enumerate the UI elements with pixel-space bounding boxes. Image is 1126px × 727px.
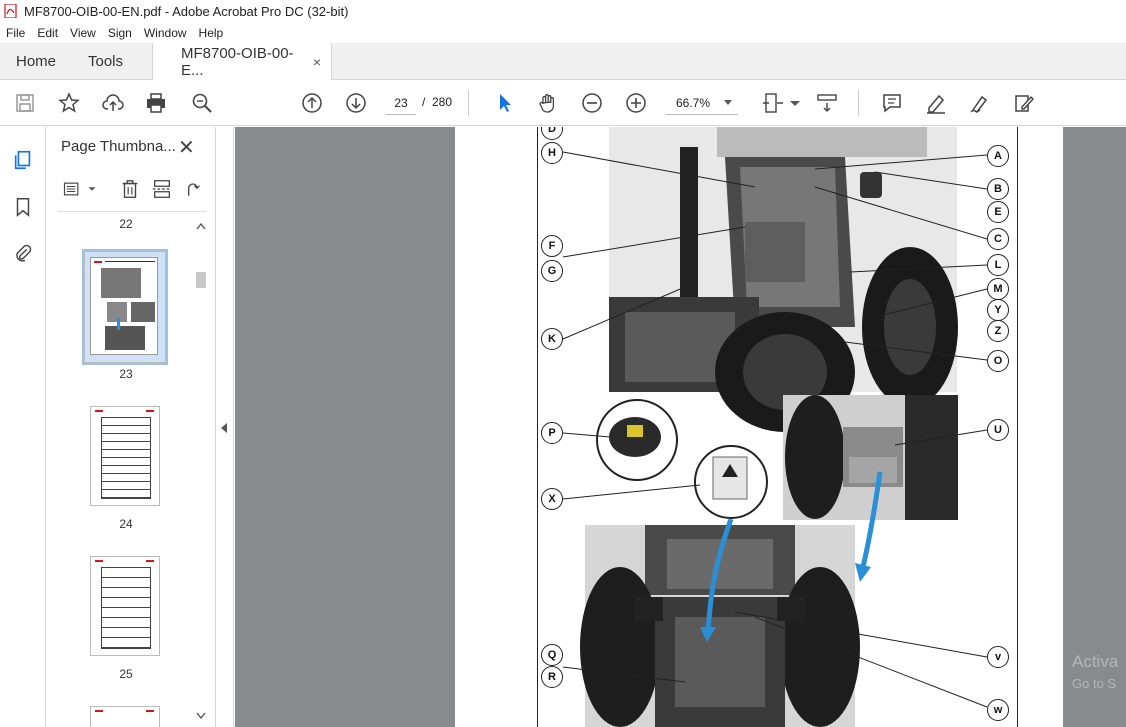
callout-u: U xyxy=(987,419,1009,441)
thumbnail-label: 25 xyxy=(119,667,133,681)
callout-x: X xyxy=(541,488,563,510)
chevron-down-icon[interactable] xyxy=(782,90,808,116)
thumbnail-label: 23 xyxy=(119,367,133,381)
callout-e: E xyxy=(987,201,1009,223)
print-icon[interactable] xyxy=(143,90,169,116)
callout-f: F xyxy=(541,235,563,257)
callout-r: R xyxy=(541,666,563,688)
callout-z: Z xyxy=(987,320,1009,342)
page-number-input[interactable]: 23 xyxy=(386,91,416,115)
toolbar-divider xyxy=(858,90,859,116)
menu-help[interactable]: Help xyxy=(199,26,224,40)
options-chevron-down-icon[interactable] xyxy=(80,177,104,201)
menu-bar: File Edit View Sign Window Help xyxy=(0,22,1126,43)
scroll-down-icon[interactable] xyxy=(196,712,206,720)
save-icon[interactable] xyxy=(12,90,38,116)
document-view[interactable]: D H A B E C F G L M Y Z K O P U X Q R v … xyxy=(235,127,1126,727)
panel-close-icon[interactable]: ✕ xyxy=(178,135,195,160)
extract-pages-icon[interactable] xyxy=(150,177,174,201)
rotate-page-icon[interactable] xyxy=(180,177,204,201)
callout-p: P xyxy=(541,422,563,444)
callout-m: M xyxy=(987,278,1009,300)
callout-b: B xyxy=(987,178,1009,200)
menu-view[interactable]: View xyxy=(70,26,96,40)
callout-v: v xyxy=(987,646,1009,668)
zoom-level-value: 66.7% xyxy=(676,95,711,110)
tab-close-icon[interactable]: × xyxy=(313,54,321,70)
hand-tool-icon[interactable] xyxy=(535,90,561,116)
page-thumbnails-icon[interactable] xyxy=(10,147,36,173)
select-cursor-icon[interactable] xyxy=(491,90,517,116)
title-bar: MF8700-OIB-00-EN.pdf - Adobe Acrobat Pro… xyxy=(0,0,1126,22)
total-pages: 280 xyxy=(432,95,453,109)
tab-home[interactable]: Home xyxy=(16,43,56,80)
tab-bar: Home Tools MF8700-OIB-00-E... × xyxy=(0,43,1126,81)
thumbnail-page-26[interactable] xyxy=(90,706,160,727)
edit-document-icon[interactable] xyxy=(1011,90,1037,116)
callout-c: C xyxy=(987,228,1009,250)
zoom-in-icon[interactable] xyxy=(623,90,649,116)
delete-trash-icon[interactable] xyxy=(118,177,142,201)
activation-watermark: Activa xyxy=(1072,652,1119,671)
page-down-icon[interactable] xyxy=(343,90,369,116)
attachment-paperclip-icon[interactable] xyxy=(10,240,36,266)
collapse-panel-arrow-icon[interactable] xyxy=(221,423,227,433)
scroll-mode-icon[interactable] xyxy=(814,90,840,116)
acrobat-pdf-icon xyxy=(4,4,17,18)
scrollbar-thumb[interactable] xyxy=(196,272,206,288)
callout-l: L xyxy=(987,254,1009,276)
panel-title: Page Thumbna... xyxy=(61,138,176,155)
zoom-level-select[interactable]: 66.7% xyxy=(666,91,738,115)
sign-icon[interactable] xyxy=(967,90,993,116)
tab-document[interactable]: MF8700-OIB-00-E... × xyxy=(152,43,332,81)
zoom-out-icon[interactable] xyxy=(579,90,605,116)
page-up-icon[interactable] xyxy=(299,90,325,116)
callout-k: K xyxy=(541,328,563,350)
highlight-pen-icon[interactable] xyxy=(923,90,949,116)
menu-sign[interactable]: Sign xyxy=(108,26,132,40)
star-icon[interactable] xyxy=(56,90,82,116)
tab-document-label: MF8700-OIB-00-E... xyxy=(181,45,294,79)
page-thumbnails-panel: Page Thumbna... ✕ 22 23 24 25 xyxy=(46,127,216,727)
tab-tools[interactable]: Tools xyxy=(88,43,123,80)
menu-window[interactable]: Window xyxy=(144,26,187,40)
thumbnail-page-24[interactable] xyxy=(90,406,160,506)
thumbnail-label: 22 xyxy=(119,217,133,231)
thumbnail-label: 24 xyxy=(119,517,133,531)
callout-g: G xyxy=(541,260,563,282)
pdf-page: D H A B E C F G L M Y Z K O P U X Q R v … xyxy=(455,127,1063,727)
thumbnail-list: 22 23 24 25 xyxy=(58,213,196,727)
menu-edit[interactable]: Edit xyxy=(37,26,58,40)
activation-watermark-sub: Go to S xyxy=(1072,676,1117,691)
thumbnail-page-23[interactable] xyxy=(82,249,168,365)
panel-divider xyxy=(58,211,206,212)
callout-o: O xyxy=(987,350,1009,372)
callout-w: w xyxy=(987,699,1009,721)
bookmark-icon[interactable] xyxy=(10,194,36,220)
zoom-search-icon[interactable] xyxy=(189,90,215,116)
thumbnail-page-25[interactable] xyxy=(90,556,160,656)
main-toolbar xyxy=(0,80,1126,126)
thumbnail-image xyxy=(90,257,158,355)
toolbar-divider xyxy=(468,90,469,116)
callout-a: A xyxy=(987,145,1009,167)
callout-h: H xyxy=(541,142,563,164)
panel-toolbar xyxy=(58,177,204,203)
callout-y: Y xyxy=(987,299,1009,321)
thumbnail-scrollbar[interactable] xyxy=(194,220,208,727)
comment-icon[interactable] xyxy=(879,90,905,116)
zoom-dropdown-caret-icon xyxy=(724,100,732,105)
scroll-up-icon[interactable] xyxy=(196,222,206,230)
menu-file[interactable]: File xyxy=(6,26,25,40)
callout-q: Q xyxy=(541,644,563,666)
window-title: MF8700-OIB-00-EN.pdf - Adobe Acrobat Pro… xyxy=(24,3,349,19)
navigation-rail xyxy=(0,127,46,727)
panel-collapse-strip[interactable] xyxy=(216,127,234,727)
upload-cloud-icon[interactable] xyxy=(100,90,126,116)
page-separator: / xyxy=(422,95,426,109)
